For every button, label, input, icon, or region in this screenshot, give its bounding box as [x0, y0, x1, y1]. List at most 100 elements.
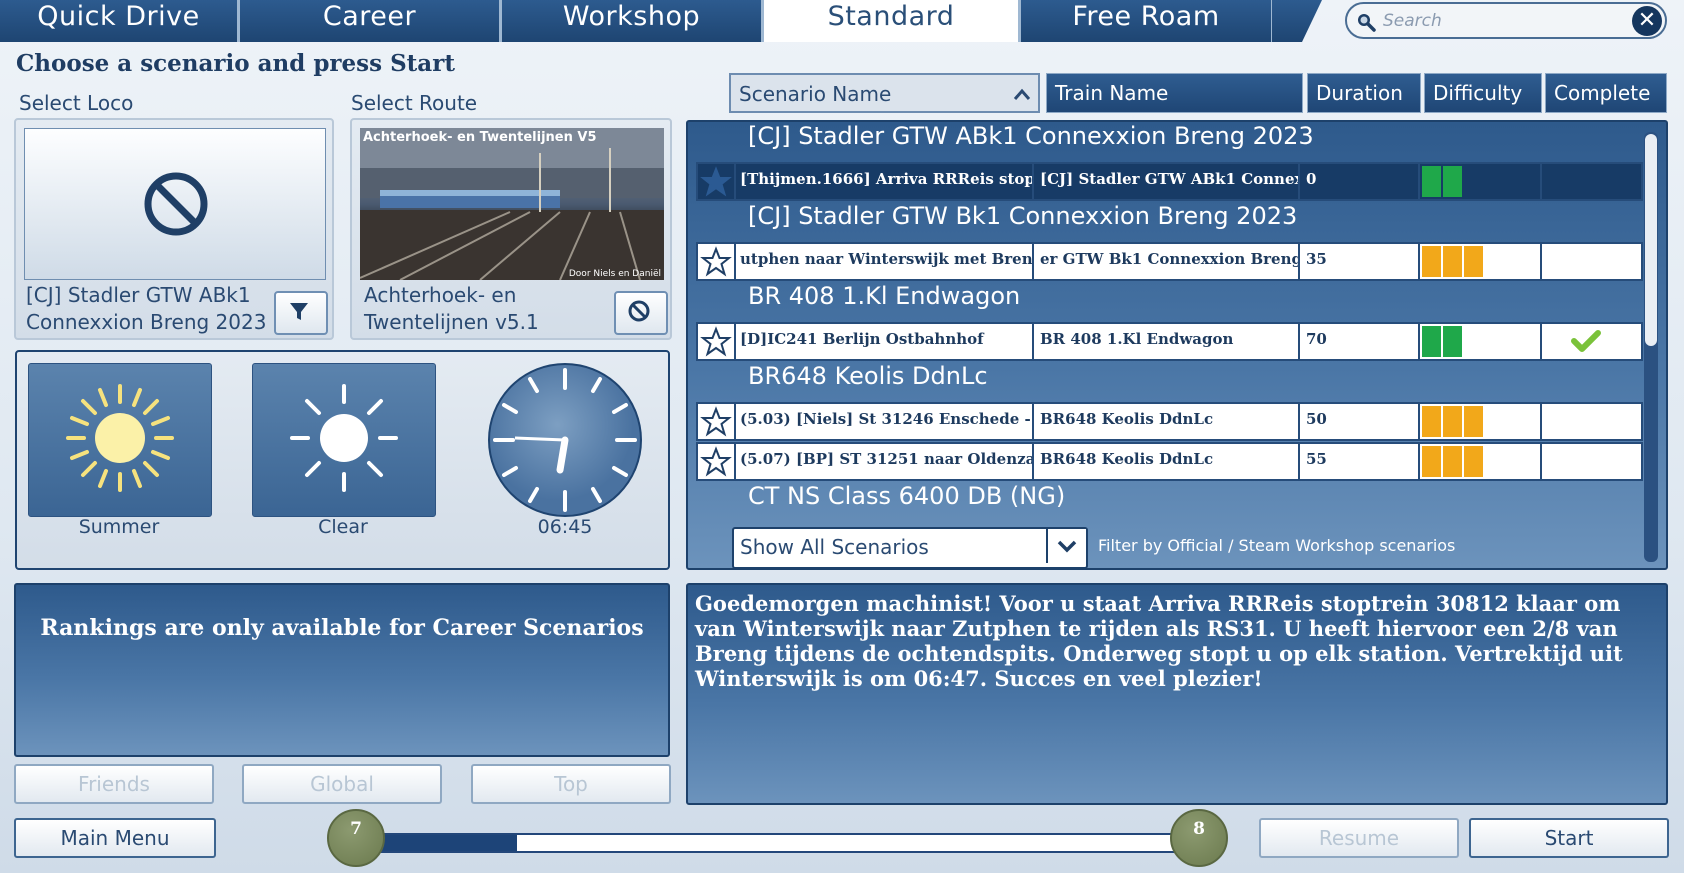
route-clear-button[interactable] — [614, 291, 668, 335]
route-image[interactable]: Achterhoek- en Twentelijnen V5 Door Niel… — [360, 128, 664, 280]
table-row[interactable]: [Thijmen.1666] Arriva RRReis stoptrein 3… — [696, 162, 1643, 201]
clock-icon[interactable] — [487, 362, 643, 518]
no-entry-icon — [628, 300, 650, 322]
table-row[interactable]: [D]IC241 Berlijn Ostbahnhof BR 408 1.Kl E… — [696, 322, 1643, 361]
tab-workshop[interactable]: Workshop — [502, 0, 764, 42]
difficulty-block — [1422, 326, 1441, 357]
tab-free-roam[interactable]: Free Roam — [1018, 0, 1274, 42]
season-label: Summer — [78, 516, 160, 538]
train-name-cell: er GTW Bk1 Connexxion Breng 2023 — [1034, 244, 1300, 279]
favorite-star-icon[interactable] — [698, 244, 736, 279]
column-header-complete[interactable]: Complete — [1545, 73, 1667, 113]
page-title: Choose a scenario and press Start — [16, 50, 455, 77]
difficulty-block — [1464, 446, 1483, 477]
scenario-name-cell: [Thijmen.1666] Arriva RRReis stoptrein 3… — [734, 164, 1034, 199]
complete-cell — [1542, 324, 1641, 359]
loco-panel: [CJ] Stadler GTW ABk1 Connexxion Breng 2… — [14, 118, 334, 340]
select-loco-label: Select Loco — [19, 91, 134, 115]
difficulty-block — [1422, 406, 1441, 437]
main-menu-button[interactable]: Main Menu — [14, 818, 216, 858]
scenario-name-cell: utphen naar Winterswijk met Breng GTW! — [734, 244, 1034, 279]
difficulty-cell — [1420, 244, 1542, 279]
route-image-caption: Achterhoek- en Twentelijnen V5 — [363, 130, 597, 145]
chevron-up-icon — [1013, 88, 1031, 100]
complete-cell — [1542, 244, 1641, 279]
scenario-list: [CJ] Stadler GTW ABk1 Connexxion Breng 2… — [686, 120, 1668, 570]
table-row[interactable]: utphen naar Winterswijk met Breng GTW!er… — [696, 242, 1643, 281]
scenario-name-cell: (5.07) [BP] ST 31251 naar Oldenzaal — [734, 444, 1034, 479]
duration-cell: 50 — [1300, 404, 1420, 439]
scenario-filter-select[interactable]: Show All Scenarios — [732, 527, 1088, 569]
complete-cell — [1542, 404, 1641, 439]
tab-career[interactable]: Career — [240, 0, 502, 42]
difficulty-cell — [1420, 404, 1542, 439]
difficulty-cell — [1420, 164, 1542, 199]
season-button[interactable] — [28, 363, 212, 517]
loco-image[interactable] — [24, 128, 326, 280]
global-button[interactable]: Global — [242, 764, 442, 804]
route-panel: Achterhoek- en Twentelijnen V5 Door Niel… — [350, 118, 672, 340]
column-header-label: Scenario Name — [739, 82, 892, 106]
column-header-train-name[interactable]: Train Name — [1046, 73, 1303, 113]
difficulty-block — [1443, 246, 1462, 277]
weather-button[interactable] — [252, 363, 436, 517]
route-name: Achterhoek- en Twentelijnen v5.1 — [364, 282, 539, 336]
loco-filter-button[interactable] — [274, 291, 328, 335]
scenario-description: Goedemorgen machinist! Voor u staat Arri… — [695, 591, 1623, 691]
difficulty-block — [1443, 166, 1462, 197]
resume-button[interactable]: Resume — [1259, 818, 1459, 858]
loco-name: [CJ] Stadler GTW ABk1 Connexxion Breng 2… — [26, 282, 266, 336]
difficulty-cell — [1420, 444, 1542, 479]
top-button[interactable]: Top — [471, 764, 671, 804]
train-name-cell: BR 408 1.Kl Endwagon — [1034, 324, 1300, 359]
favorite-star-icon[interactable] — [698, 164, 736, 199]
favorite-star-icon[interactable] — [698, 404, 736, 439]
table-row[interactable]: (5.07) [BP] ST 31251 naar Oldenzaal BR648… — [696, 442, 1643, 481]
favorite-star-icon[interactable] — [698, 324, 736, 359]
train-name-cell: BR648 Keolis DdnLc — [1034, 404, 1300, 439]
filter-note: Filter by Official / Steam Workshop scen… — [1098, 536, 1456, 555]
scenario-name-cell: [D]IC241 Berlijn Ostbahnhof — [734, 324, 1034, 359]
group-title: [CJ] Stadler GTW ABk1 Connexxion Breng 2… — [748, 122, 1314, 150]
column-header-scenario-name[interactable]: Scenario Name — [729, 73, 1040, 113]
difficulty-block — [1422, 446, 1441, 477]
clear-weather-icon — [290, 384, 398, 492]
route-name-line1: Achterhoek- en — [364, 283, 517, 307]
column-header-difficulty[interactable]: Difficulty — [1424, 73, 1542, 113]
difficulty-block — [1443, 446, 1462, 477]
close-icon[interactable]: ✕ — [1632, 6, 1662, 36]
scrollbar[interactable] — [1644, 132, 1658, 562]
complete-cell — [1542, 164, 1641, 199]
table-row[interactable]: (5.03) [Niels] St 31246 Enschede - Zutph… — [696, 402, 1643, 441]
route-photo — [360, 128, 664, 280]
friends-button[interactable]: Friends — [14, 764, 214, 804]
search-input[interactable] — [1381, 7, 1625, 35]
difficulty-block — [1422, 246, 1441, 277]
tab-quick-drive[interactable]: Quick Drive — [0, 0, 240, 42]
route-image-credit: Door Niels en Daniël — [568, 269, 661, 279]
dropdown-button[interactable] — [1046, 529, 1086, 563]
scenario-filter-value: Show All Scenarios — [740, 535, 929, 559]
group-title: CT NS Class 6400 DB (NG) — [748, 482, 1066, 510]
level-progress-bar — [380, 833, 1180, 853]
select-route-label: Select Route — [351, 91, 478, 115]
train-name-cell: BR648 Keolis DdnLc — [1034, 444, 1300, 479]
no-entry-icon — [144, 172, 208, 236]
tab-bar-end — [1272, 0, 1322, 42]
rankings-message: Rankings are only available for Career S… — [40, 615, 644, 641]
weather-label: Clear — [318, 516, 368, 538]
start-button[interactable]: Start — [1469, 818, 1669, 858]
search-icon — [1358, 14, 1376, 32]
favorite-star-icon[interactable] — [698, 444, 736, 479]
scrollbar-thumb[interactable] — [1645, 134, 1657, 346]
difficulty-block — [1443, 326, 1462, 357]
sun-icon — [66, 384, 174, 492]
tab-standard[interactable]: Standard — [764, 0, 1018, 42]
rankings-panel: Rankings are only available for Career S… — [14, 583, 670, 757]
difficulty-block — [1464, 246, 1483, 277]
scenario-description-panel: Goedemorgen machinist! Voor u staat Arri… — [686, 583, 1668, 805]
next-level-badge: 8 — [1170, 809, 1228, 867]
search-box[interactable]: ✕ — [1345, 2, 1667, 39]
current-level-badge: 7 — [327, 809, 385, 867]
column-header-duration[interactable]: Duration — [1307, 73, 1421, 113]
